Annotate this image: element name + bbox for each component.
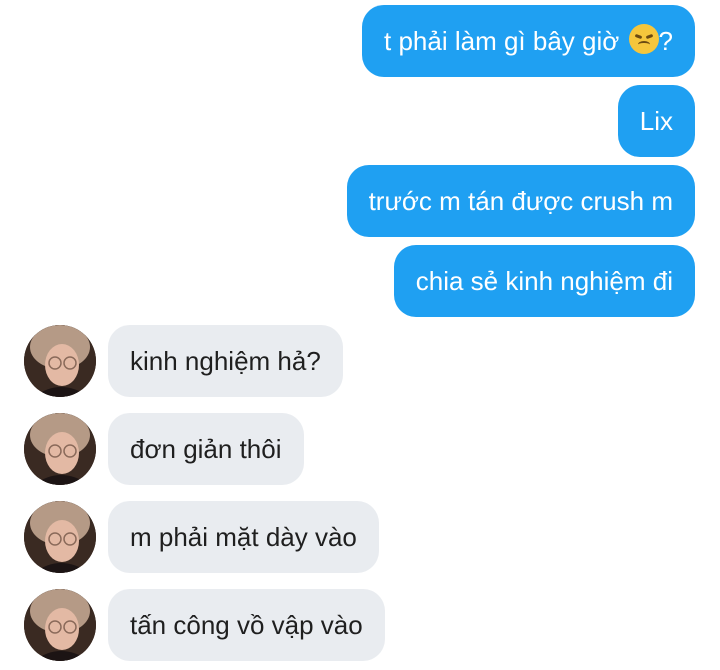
avatar[interactable] — [24, 413, 96, 485]
message-row-outgoing: chia sẻ kinh nghiệm đi — [0, 245, 720, 317]
message-row-incoming: đơn giản thôi — [0, 413, 720, 485]
message-text: tấn công vồ vập vào — [130, 610, 363, 640]
message-text: t phải làm gì bây giờ — [384, 26, 620, 56]
message-text: trước m tán được crush m — [368, 186, 673, 216]
message-text-suffix: ? — [658, 26, 673, 56]
message-row-outgoing: t phải làm gì bây giờ ? — [0, 5, 720, 77]
message-bubble-incoming[interactable]: kinh nghiệm hả? — [108, 325, 343, 397]
message-row-incoming: m phải mặt dày vào — [0, 501, 720, 573]
message-text: kinh nghiệm hả? — [130, 346, 321, 376]
message-row-incoming: kinh nghiệm hả? — [0, 325, 720, 397]
message-bubble-incoming[interactable]: đơn giản thôi — [108, 413, 304, 485]
message-bubble-outgoing[interactable]: Lix — [617, 85, 695, 157]
message-text: Lix — [639, 106, 673, 136]
avatar[interactable] — [24, 501, 96, 573]
message-row-incoming: tấn công vồ vập vào — [0, 589, 720, 661]
message-bubble-incoming[interactable]: m phải mặt dày vào — [108, 501, 379, 573]
avatar[interactable] — [24, 325, 96, 397]
message-text: chia sẻ kinh nghiệm đi — [415, 266, 673, 296]
message-bubble-outgoing[interactable]: chia sẻ kinh nghiệm đi — [393, 245, 695, 317]
message-row-outgoing: Lix — [0, 85, 720, 157]
message-bubble-outgoing[interactable]: trước m tán được crush m — [346, 165, 695, 237]
chat-thread: t phải làm gì bây giờ ? Lix trước m tán … — [0, 0, 720, 670]
message-text: đơn giản thôi — [130, 434, 282, 464]
message-text: m phải mặt dày vào — [130, 522, 357, 552]
disappointed-face-icon — [628, 24, 659, 54]
message-bubble-outgoing[interactable]: t phải làm gì bây giờ ? — [362, 5, 695, 77]
message-row-outgoing: trước m tán được crush m — [0, 165, 720, 237]
avatar[interactable] — [24, 589, 96, 661]
message-bubble-incoming[interactable]: tấn công vồ vập vào — [108, 589, 385, 661]
